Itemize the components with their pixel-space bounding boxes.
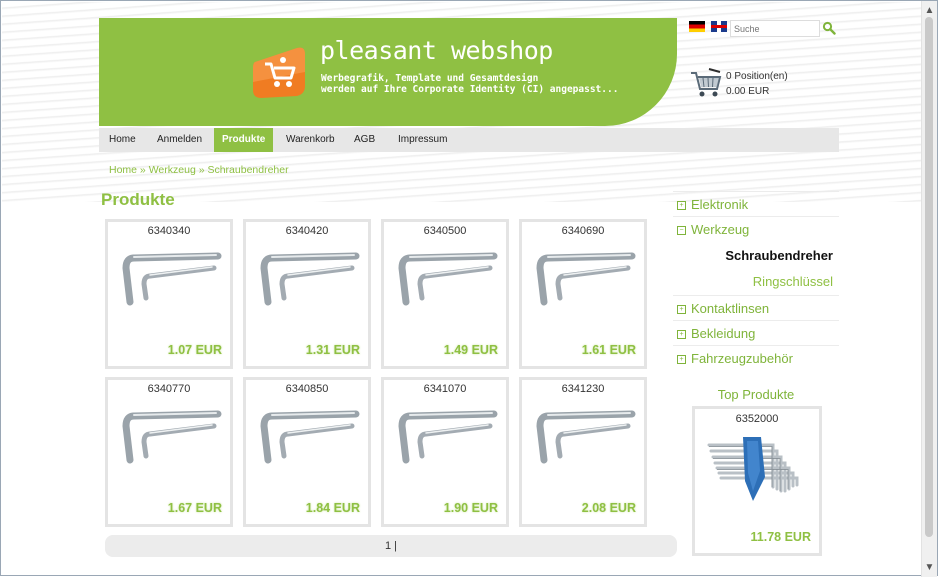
top-product-card[interactable]: 6352000 11.78 EUR bbox=[692, 406, 822, 556]
nav-home[interactable]: Home bbox=[101, 128, 144, 152]
expand-icon: + bbox=[677, 329, 686, 339]
nav-agb[interactable]: AGB bbox=[346, 128, 383, 152]
expand-icon: + bbox=[677, 304, 686, 314]
hex-key-image[interactable] bbox=[258, 404, 362, 468]
main-navigation: Home Anmelden Produkte Warenkorb AGB Imp… bbox=[99, 128, 839, 152]
scroll-down-arrow-icon[interactable]: ▼ bbox=[924, 562, 935, 573]
search-icon[interactable] bbox=[821, 21, 837, 37]
nav-anmelden[interactable]: Anmelden bbox=[149, 128, 210, 152]
product-price: 1.07 EUR bbox=[167, 343, 222, 357]
product-price: 1.31 EUR bbox=[305, 343, 360, 357]
category-elektronik[interactable]: + Elektronik bbox=[673, 191, 839, 217]
expand-icon: + bbox=[677, 354, 686, 364]
product-card[interactable]: 6340500 1.49 EUR bbox=[381, 219, 509, 369]
top-product-sku[interactable]: 6352000 bbox=[695, 413, 819, 425]
category-label: Werkzeug bbox=[691, 222, 750, 237]
product-sku[interactable]: 6340420 bbox=[246, 225, 368, 237]
hex-key-image[interactable] bbox=[396, 404, 500, 468]
scrollbar-thumb[interactable] bbox=[925, 17, 933, 537]
nav-impressum[interactable]: Impressum bbox=[390, 128, 455, 152]
product-sku[interactable]: 6340690 bbox=[522, 225, 644, 237]
category-label: Elektronik bbox=[691, 197, 749, 212]
search-input[interactable] bbox=[730, 20, 820, 37]
tagline-line-1: Werbegrafik, Template und Gesamtdesign bbox=[321, 73, 539, 84]
category-label: Kontaktlinsen bbox=[691, 301, 770, 316]
collapse-icon: − bbox=[677, 225, 686, 235]
cart-total[interactable]: 0.00 EUR bbox=[726, 86, 769, 97]
product-price: 1.90 EUR bbox=[443, 501, 498, 515]
product-card[interactable]: 6341230 2.08 EUR bbox=[519, 377, 647, 527]
category-kontaktlinsen[interactable]: + Kontaktlinsen bbox=[673, 295, 839, 321]
category-label: Fahrzeugzubehör bbox=[691, 351, 793, 366]
product-sku[interactable]: 6341070 bbox=[384, 383, 506, 395]
breadcrumb-separator: » bbox=[195, 164, 208, 176]
nav-warenkorb[interactable]: Warenkorb bbox=[278, 128, 343, 152]
category-bekleidung[interactable]: + Bekleidung bbox=[673, 320, 839, 346]
subcategory-ringschluessel[interactable]: Ringschlüssel bbox=[673, 269, 839, 294]
product-card[interactable]: 6341070 1.90 EUR bbox=[381, 377, 509, 527]
hex-key-image[interactable] bbox=[534, 246, 638, 310]
product-card[interactable]: 6340340 1.07 EUR bbox=[105, 219, 233, 369]
product-sku[interactable]: 6340770 bbox=[108, 383, 230, 395]
vertical-scrollbar[interactable]: ▲ ▼ bbox=[921, 1, 937, 577]
product-card[interactable]: 6340770 1.67 EUR bbox=[105, 377, 233, 527]
shop-name[interactable]: pleasant webshop bbox=[320, 36, 553, 65]
product-price: 1.49 EUR bbox=[443, 343, 498, 357]
product-price: 2.08 EUR bbox=[581, 501, 636, 515]
hex-key-set-image[interactable] bbox=[703, 431, 813, 503]
expand-icon: + bbox=[677, 200, 686, 210]
pagination[interactable]: 1 | bbox=[105, 535, 677, 557]
breadcrumb-home[interactable]: Home bbox=[109, 164, 137, 176]
breadcrumb: Home » Werkzeug » Schraubendreher bbox=[109, 164, 289, 176]
product-price: 1.61 EUR bbox=[581, 343, 636, 357]
product-price: 1.67 EUR bbox=[167, 501, 222, 515]
category-label: Bekleidung bbox=[691, 326, 756, 341]
product-sku[interactable]: 6340340 bbox=[108, 225, 230, 237]
hex-key-image[interactable] bbox=[120, 246, 224, 310]
tagline-line-2: werden auf Ihre Corporate Identity (CI) … bbox=[321, 84, 619, 95]
shop-tagline: Werbegrafik, Template und Gesamtdesign w… bbox=[321, 73, 618, 95]
nav-produkte[interactable]: Produkte bbox=[214, 128, 274, 152]
hex-key-image[interactable] bbox=[258, 246, 362, 310]
breadcrumb-schraubendreher[interactable]: Schraubendreher bbox=[207, 164, 288, 176]
hex-key-image[interactable] bbox=[396, 246, 500, 310]
page-title: Produkte bbox=[101, 190, 175, 209]
subcategory-schraubendreher[interactable]: Schraubendreher bbox=[673, 243, 839, 268]
product-card[interactable]: 6340690 1.61 EUR bbox=[519, 219, 647, 369]
product-sku[interactable]: 6340850 bbox=[246, 383, 368, 395]
product-card[interactable]: 6340850 1.84 EUR bbox=[243, 377, 371, 527]
shop-logo-icon[interactable] bbox=[249, 42, 309, 102]
product-sku[interactable]: 6341230 bbox=[522, 383, 644, 395]
category-fahrzeugzubehoer[interactable]: + Fahrzeugzubehör bbox=[673, 345, 839, 371]
cart-positions[interactable]: 0 Position(en) bbox=[726, 71, 788, 82]
breadcrumb-werkzeug[interactable]: Werkzeug bbox=[149, 164, 196, 176]
product-card[interactable]: 6340420 1.31 EUR bbox=[243, 219, 371, 369]
hex-key-image[interactable] bbox=[120, 404, 224, 468]
product-price: 1.84 EUR bbox=[305, 501, 360, 515]
breadcrumb-separator: » bbox=[137, 164, 149, 176]
hex-key-image[interactable] bbox=[534, 404, 638, 468]
header-banner: pleasant webshop Werbegrafik, Template u… bbox=[99, 18, 677, 126]
category-werkzeug[interactable]: − Werkzeug bbox=[673, 216, 839, 242]
scroll-up-arrow-icon[interactable]: ▲ bbox=[924, 5, 935, 16]
top-product-price: 11.78 EUR bbox=[750, 530, 811, 544]
uk-flag-icon[interactable] bbox=[711, 21, 727, 32]
product-sku[interactable]: 6340500 bbox=[384, 225, 506, 237]
german-flag-icon[interactable] bbox=[689, 21, 705, 32]
top-products-heading: Top Produkte bbox=[717, 387, 795, 402]
shopping-cart-icon[interactable] bbox=[689, 67, 722, 99]
browser-frame: pleasant webshop Werbegrafik, Template u… bbox=[0, 0, 938, 577]
